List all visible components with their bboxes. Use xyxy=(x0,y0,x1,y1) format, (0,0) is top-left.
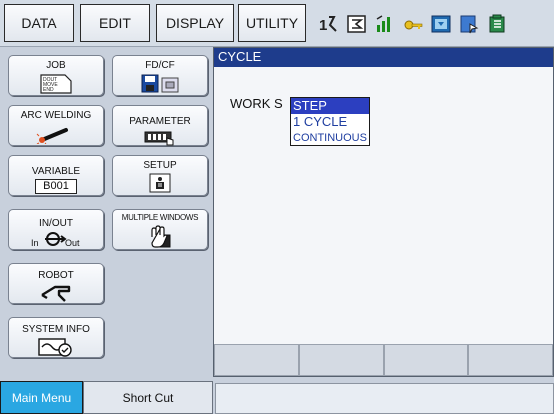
job-button[interactable]: JOB DOUT MOVE END xyxy=(8,55,104,96)
function-button-3[interactable] xyxy=(383,344,469,376)
multiple-windows-button[interactable]: MULTIPLE WINDOWS xyxy=(112,209,208,250)
system-info-icon xyxy=(37,337,75,360)
inout-icon: In Out xyxy=(27,230,85,253)
inout-button[interactable]: IN/OUT In Out xyxy=(8,209,104,250)
message-area xyxy=(215,383,554,414)
key-icon[interactable] xyxy=(401,12,425,36)
job-label: JOB xyxy=(46,60,66,71)
function-button-row xyxy=(214,344,553,376)
svg-text:Out: Out xyxy=(65,238,80,248)
play-icon[interactable] xyxy=(485,12,509,36)
dropdown-option-1-cycle[interactable]: 1 CYCLE xyxy=(291,114,369,130)
short-cut-tab[interactable]: Short Cut xyxy=(83,381,213,414)
main-menu-tab[interactable]: Main Menu xyxy=(0,381,83,414)
function-button-1[interactable] xyxy=(214,344,299,376)
variable-value-box: B001 xyxy=(35,179,77,194)
setup-button[interactable]: SETUP xyxy=(112,155,208,196)
cycle-dropdown[interactable]: STEP 1 CYCLE CONTINUOUS xyxy=(290,97,370,146)
bottom-bar: Main Menu Short Cut xyxy=(0,377,554,414)
floppy-disk-icon xyxy=(140,74,180,97)
function-button-2[interactable] xyxy=(298,344,384,376)
multiple-windows-label: MULTIPLE WINDOWS xyxy=(121,213,199,222)
robot-arm-menu-icon xyxy=(39,283,73,306)
system-info-button[interactable]: SYSTEM INFO xyxy=(8,317,104,358)
parameter-icon xyxy=(143,130,177,149)
main-menu-panel: JOB DOUT MOVE END FD/CF ARC WELDING PARAME… xyxy=(0,47,213,377)
hand-window-icon xyxy=(148,225,172,252)
display-menu-button[interactable]: DISPLAY xyxy=(156,4,234,42)
parameter-label: PARAMETER xyxy=(129,116,191,127)
svg-text:In: In xyxy=(31,238,39,248)
welding-torch-icon xyxy=(36,124,76,147)
edit-menu-button[interactable]: EDIT xyxy=(80,4,150,42)
dropdown-option-step[interactable]: STEP xyxy=(291,98,369,114)
top-menu-bar: DATA EDIT DISPLAY UTILITY 1 xyxy=(0,0,554,47)
utility-menu-button[interactable]: UTILITY xyxy=(238,4,306,42)
teach-mode-icon[interactable] xyxy=(429,12,453,36)
svg-text:END: END xyxy=(43,87,54,93)
function-button-4[interactable] xyxy=(468,344,553,376)
page-icon[interactable] xyxy=(457,12,481,36)
setup-label: SETUP xyxy=(143,160,177,171)
fdcf-label: FD/CF xyxy=(145,60,175,71)
fdcf-button[interactable]: FD/CF xyxy=(112,55,208,96)
robot-arm-icon[interactable]: 1 xyxy=(317,12,341,36)
dropdown-option-continuous[interactable]: CONTINUOUS xyxy=(291,130,369,146)
robot-label: ROBOT xyxy=(38,270,74,281)
speed-icon[interactable] xyxy=(373,12,397,36)
arc-welding-label: ARC WELDING xyxy=(20,110,92,121)
content-window: CYCLE WORK S STEP 1 CYCLE CONTINUOUS xyxy=(213,47,554,377)
work-setting-label: WORK S xyxy=(230,96,283,111)
robot-button[interactable]: ROBOT xyxy=(8,263,104,304)
window-title: CYCLE xyxy=(214,48,553,67)
data-menu-button[interactable]: DATA xyxy=(4,4,74,42)
inout-label: IN/OUT xyxy=(39,218,73,229)
parameter-button[interactable]: PARAMETER xyxy=(112,105,208,146)
variable-button[interactable]: VARIABLE B001 xyxy=(8,155,104,196)
svg-text:1: 1 xyxy=(319,17,327,34)
system-info-label: SYSTEM INFO xyxy=(22,324,90,335)
variable-label: VARIABLE xyxy=(31,166,81,177)
job-icon: DOUT MOVE END xyxy=(39,74,73,97)
status-icon-bar: 1 xyxy=(313,6,554,42)
arc-welding-button[interactable]: ARC WELDING xyxy=(8,105,104,146)
coordinate-icon[interactable] xyxy=(345,12,369,36)
setup-icon xyxy=(149,173,171,196)
